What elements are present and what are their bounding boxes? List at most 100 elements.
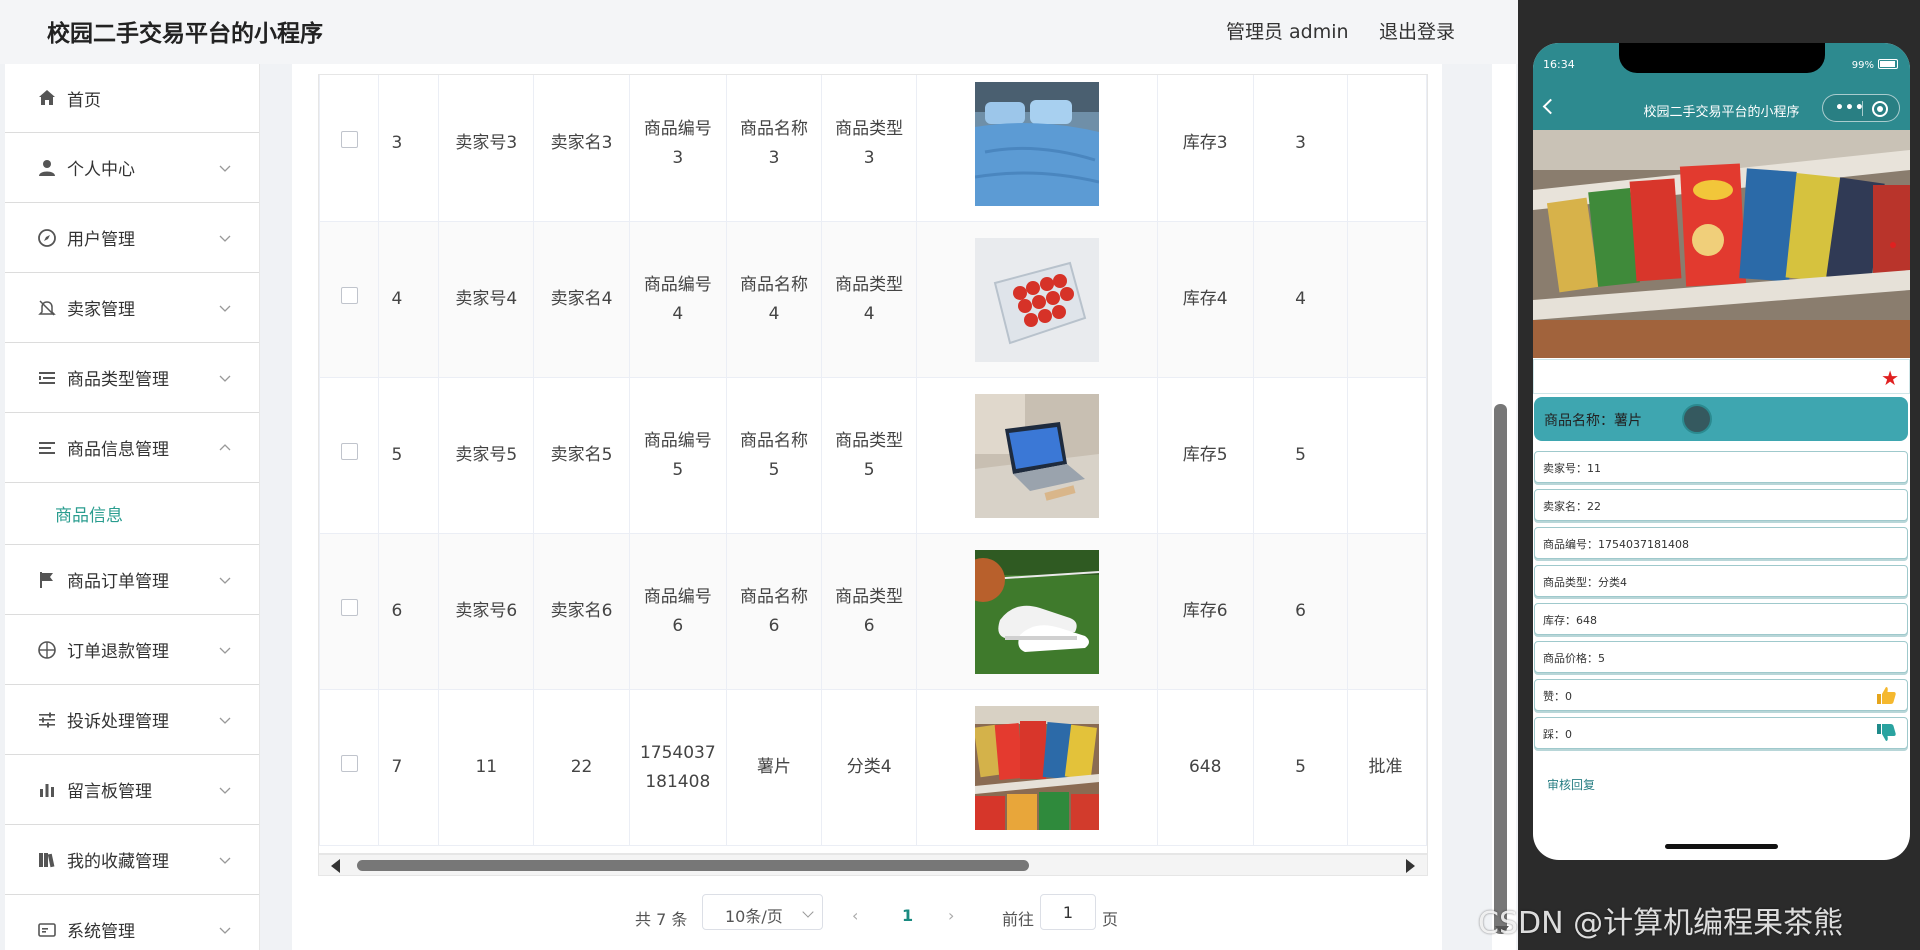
cell-goods-no-text: 1754037 181408 bbox=[639, 742, 716, 792]
favorite-star-icon[interactable]: ★ bbox=[1881, 366, 1899, 390]
sidebar-item-goods-type-management[interactable]: 商品类型管理 bbox=[5, 343, 259, 413]
field-likes[interactable]: 赞：0 bbox=[1534, 679, 1908, 711]
pagination-total: 共 7 条 bbox=[635, 910, 688, 929]
cell-goods-no-text: 商品编号 5 bbox=[643, 430, 712, 480]
cell-price: 5 bbox=[1252, 377, 1349, 534]
cell-goods-type: 商品类型 6 bbox=[821, 533, 918, 690]
row-checkbox[interactable] bbox=[340, 443, 358, 460]
miniapp-capsule[interactable]: ••• bbox=[1822, 94, 1900, 122]
cell-goods-image bbox=[916, 689, 1158, 846]
card-icon bbox=[35, 918, 59, 942]
field-dislikes[interactable]: 踩：0 bbox=[1534, 717, 1908, 749]
scroll-right-arrow-icon[interactable] bbox=[1406, 859, 1415, 873]
thumbs-up-icon[interactable] bbox=[1875, 684, 1897, 706]
goto-page-input[interactable]: 1 bbox=[1040, 894, 1096, 930]
row-checkbox[interactable] bbox=[340, 131, 358, 148]
review-reply-link[interactable]: 审核回复 bbox=[1547, 776, 1595, 793]
strawberries-photo[interactable] bbox=[975, 237, 1100, 362]
cell-status-text: 批准 bbox=[1368, 757, 1403, 777]
cell-goods-no: 商品编号 6 bbox=[628, 533, 727, 690]
sidebar-item-goods-info-management[interactable]: 商品信息管理 bbox=[5, 413, 259, 483]
vertical-scrollbar[interactable] bbox=[1492, 64, 1516, 950]
chevron-down-icon bbox=[219, 235, 231, 242]
cell-status bbox=[1347, 221, 1427, 378]
cell-seller-name-text: 卖家名5 bbox=[550, 445, 613, 465]
compass-icon bbox=[35, 226, 59, 250]
phone-notch bbox=[1619, 43, 1825, 73]
field-goods-type: 商品类型：分类4 bbox=[1534, 565, 1908, 597]
sidebar-item-label: 订单退款管理 bbox=[67, 642, 169, 662]
target-icon bbox=[35, 638, 59, 662]
cell-goods-image bbox=[916, 221, 1158, 378]
sidebar-item-system-management[interactable]: 系统管理 bbox=[5, 895, 259, 950]
product-name-label: 商品名称：薯片 bbox=[1544, 413, 1642, 429]
sidebar-item-label: 卖家管理 bbox=[67, 300, 135, 320]
cell-seller-name-text: 22 bbox=[570, 757, 593, 777]
chevron-down-icon bbox=[219, 305, 231, 312]
top-header: 校园二手交易平台的小程序 管理员 admin 退出登录 bbox=[0, 0, 1518, 64]
laptop-photo[interactable] bbox=[975, 393, 1100, 518]
thumbs-down-icon[interactable] bbox=[1875, 722, 1897, 744]
cell-seller-name: 22 bbox=[533, 689, 630, 846]
sidebar-item-refund-management[interactable]: 订单退款管理 bbox=[5, 615, 259, 685]
sidebar-item-favorites-management[interactable]: 我的收藏管理 bbox=[5, 825, 259, 895]
cell-goods-name: 商品名称 3 bbox=[725, 75, 823, 222]
submenu-item-goods-info[interactable]: 商品信息 bbox=[5, 483, 259, 545]
chips-photo[interactable] bbox=[975, 705, 1100, 830]
horizontal-scroll-thumb[interactable] bbox=[357, 860, 1029, 871]
scroll-left-arrow-icon[interactable] bbox=[331, 859, 340, 873]
current-page-number[interactable]: 1 bbox=[902, 906, 913, 925]
page-size-value: 10条/页 bbox=[725, 907, 783, 926]
cell-id: 4 bbox=[378, 221, 440, 378]
sidebar-item-message-board-management[interactable]: 留言板管理 bbox=[5, 755, 259, 825]
cell-goods-type-text: 商品类型 5 bbox=[835, 430, 904, 480]
chevron-up-icon bbox=[219, 443, 231, 450]
more-dots-icon[interactable]: ••• bbox=[1835, 101, 1865, 115]
admin-user-label[interactable]: 管理员 admin bbox=[1226, 17, 1349, 44]
sidebar-item-home[interactable]: 首页 bbox=[5, 64, 259, 133]
list-icon bbox=[35, 366, 59, 390]
sidebar-item-order-management[interactable]: 商品订单管理 bbox=[5, 545, 259, 615]
cell-goods-no: 商品编号 5 bbox=[628, 377, 727, 534]
logout-button[interactable]: 退出登录 bbox=[1379, 17, 1455, 44]
cell-id: 3 bbox=[378, 75, 440, 222]
row-checkbox[interactable] bbox=[340, 755, 358, 772]
sidebar-item-seller-management[interactable]: 卖家管理 bbox=[5, 273, 259, 343]
cell-checkbox bbox=[319, 533, 380, 690]
field-seller-no: 卖家号：11 bbox=[1534, 451, 1908, 483]
cell-seller-name: 卖家名4 bbox=[533, 221, 630, 378]
field-stock: 库存：648 bbox=[1534, 603, 1908, 635]
sneakers-photo[interactable] bbox=[975, 549, 1100, 674]
cell-price: 6 bbox=[1252, 533, 1349, 690]
chevron-down-icon bbox=[802, 906, 814, 918]
horizontal-scrollbar[interactable] bbox=[318, 854, 1428, 876]
cell-status bbox=[1347, 75, 1427, 222]
cell-status bbox=[1347, 533, 1427, 690]
sidebar-item-complaint-management[interactable]: 投诉处理管理 bbox=[5, 685, 259, 755]
prev-page-button[interactable]: ‹ bbox=[852, 906, 858, 925]
cell-stock: 库存4 bbox=[1156, 221, 1254, 378]
phone-simulator: 16:34 99% 校园二手交易平台的小程序 ••• ★ 商品名称：薯片 卖家号… bbox=[1533, 43, 1910, 860]
cell-goods-name-text: 商品名称 5 bbox=[740, 430, 808, 480]
sidebar-item-label: 首页 bbox=[67, 90, 101, 111]
cell-seller-no-text: 卖家号4 bbox=[455, 289, 518, 309]
sidebar-item-personal-center[interactable]: 个人中心 bbox=[5, 133, 259, 203]
page-size-select[interactable]: 10条/页 bbox=[702, 894, 823, 930]
sidebar-item-user-management[interactable]: 用户管理 bbox=[5, 203, 259, 273]
cell-seller-no: 11 bbox=[438, 689, 535, 846]
close-target-icon[interactable] bbox=[1872, 101, 1888, 117]
cell-goods-type-text: 商品类型 6 bbox=[835, 586, 904, 636]
cell-price: 3 bbox=[1252, 75, 1349, 222]
cell-stock-text: 库存4 bbox=[1182, 289, 1228, 309]
cell-id-text: 5 bbox=[391, 445, 403, 465]
cell-checkbox bbox=[319, 377, 380, 534]
watermark-text: CSDN @计算机编程果茶熊 bbox=[1478, 906, 1844, 941]
goods-table-container: 3 卖家号3 卖家名3 商品编号 3 商品名称 3 商品类型 3 库存3 3 4 卖家号4 卖家名4… bbox=[318, 74, 1428, 854]
row-checkbox[interactable] bbox=[340, 599, 358, 616]
row-checkbox[interactable] bbox=[340, 287, 358, 304]
vertical-scroll-thumb[interactable] bbox=[1494, 404, 1507, 934]
chevron-down-icon bbox=[219, 717, 231, 724]
cell-status bbox=[1347, 377, 1427, 534]
bedding-photo[interactable] bbox=[975, 81, 1100, 206]
next-page-button[interactable]: › bbox=[948, 906, 954, 925]
